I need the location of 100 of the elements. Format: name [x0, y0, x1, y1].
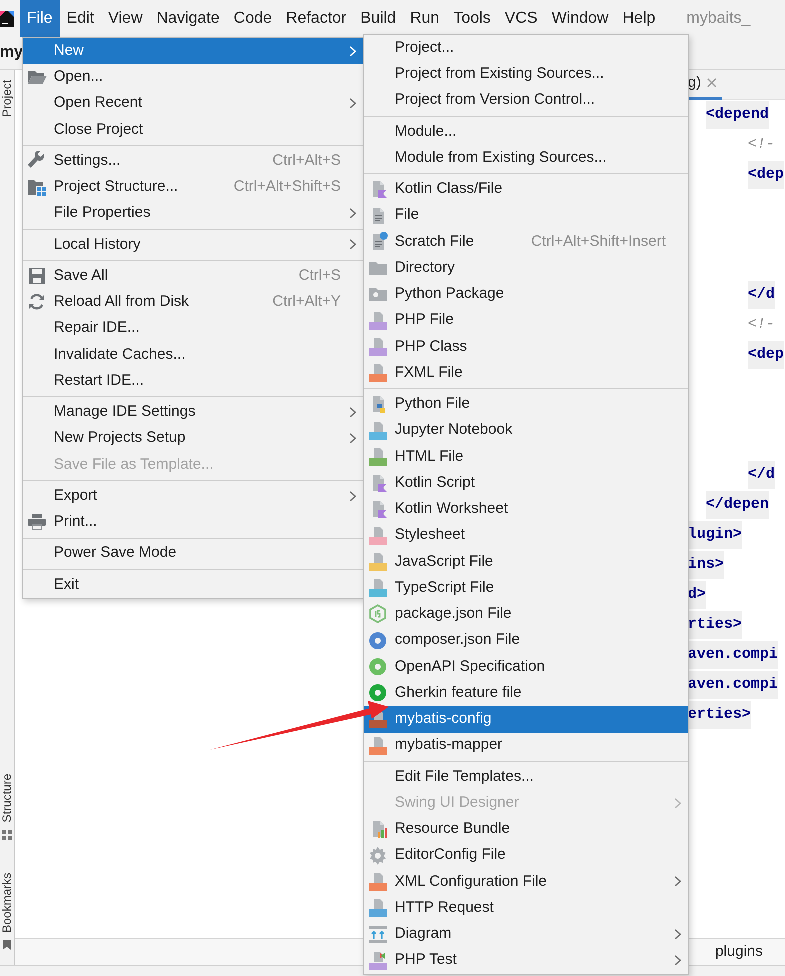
code-text: <dep [748, 340, 784, 370]
code-text: ins> [688, 550, 724, 580]
chevron-right-icon [674, 876, 682, 888]
code-text: lugin> [688, 520, 742, 550]
menu-bar-item[interactable]: Run [403, 0, 447, 37]
menu-item[interactable]: Module from Existing Sources... [364, 145, 688, 172]
chevron-right-icon [674, 798, 682, 809]
menu-bar-item[interactable]: Window [544, 0, 616, 37]
menu-item[interactable]: Repair IDE... [23, 316, 363, 342]
menu-item[interactable]: Kotlin Script [364, 470, 688, 496]
breadcrumb-item[interactable]: plugins [715, 940, 763, 964]
menu-item[interactable]: PHP Test [364, 948, 688, 974]
menu-bar-item[interactable]: VCS [498, 0, 545, 37]
menu-item[interactable]: Power Save Mode [23, 540, 363, 567]
menu-item[interactable]: TypeScript File [364, 575, 688, 602]
chevron-right-icon [349, 239, 357, 250]
menu-bar-item[interactable]: Navigate [150, 0, 227, 37]
menu-item[interactable]: XML Configuration File [364, 868, 688, 895]
code-text: </d [748, 280, 776, 310]
menu-bar-item[interactable]: Code [226, 0, 280, 37]
menu-item[interactable]: Module... [364, 118, 688, 145]
menu-bar-item[interactable]: Help [616, 0, 663, 37]
tool-window-tab[interactable]: Project [0, 80, 14, 118]
code-text: d> [688, 580, 706, 610]
gear-icon [368, 846, 388, 866]
shortcut-text: Ctrl+Alt+Shift+Insert [531, 232, 666, 252]
menu-item[interactable]: Directory [364, 255, 688, 282]
menu-item[interactable]: Diagram [364, 921, 688, 948]
shortcut-text: Ctrl+Alt+Shift+S [234, 177, 341, 198]
menu-item[interactable]: Edit File Templates... [364, 764, 688, 790]
menu-item[interactable]: Scratch File Ctrl+Alt+Shift+Insert [364, 228, 688, 255]
bookmark-icon [1, 939, 13, 951]
menu-item[interactable]: Resource Bundle [364, 816, 688, 842]
menu-bar-item[interactable]: Edit [60, 0, 102, 37]
menu-item[interactable]: Local History [23, 232, 363, 258]
code-text: aven.compi [688, 670, 778, 700]
menu-item[interactable]: JavaScript File [364, 548, 688, 575]
menu-bar-item[interactable]: File [20, 0, 60, 37]
menu-item[interactable]: Close Project [23, 116, 363, 143]
menu-item[interactable]: HTTP Request [364, 895, 688, 922]
menu-item[interactable]: PHP Class [364, 334, 688, 360]
menu-item[interactable]: Kotlin Worksheet [364, 496, 688, 522]
menu-item[interactable]: File [364, 202, 688, 229]
menu-item[interactable]: Open Recent [23, 90, 363, 117]
menu-item[interactable]: Python Package [364, 281, 688, 308]
chevron-right-icon [349, 208, 357, 220]
code-text: <depend [706, 100, 770, 130]
shortcut-text: Ctrl+S [298, 266, 341, 286]
menu-item[interactable]: OpenAPI Specification [364, 654, 688, 680]
menu-item[interactable]: mybatis-config [364, 706, 688, 732]
chevron-right-icon [349, 98, 357, 110]
menu-item[interactable]: Project from Version Control... [364, 88, 688, 114]
menu-item[interactable]: Kotlin Class/File [364, 176, 688, 202]
menu-item[interactable]: Settings... Ctrl+Alt+S [23, 148, 363, 174]
diagram-icon [368, 924, 388, 944]
menu-item[interactable]: Project from Existing Sources... [364, 61, 688, 88]
menu-item[interactable]: FXML File [364, 360, 688, 386]
chevron-right-icon [349, 46, 357, 57]
code-text: </d [748, 460, 776, 490]
menu-item[interactable]: Reload All from Disk Ctrl+Alt+Y [23, 289, 363, 316]
menu-item[interactable]: package.json File [364, 601, 688, 628]
menu-bar-item[interactable]: Tools [446, 0, 498, 37]
chevron-right-icon [349, 406, 357, 418]
menu-item[interactable]: Gherkin feature file [364, 680, 688, 706]
menu-item[interactable]: composer.json File [364, 628, 688, 654]
menu-bar-item[interactable]: View [101, 0, 150, 37]
code-text: <dep [748, 160, 784, 190]
code-text: erties> [688, 700, 752, 730]
menu-item[interactable]: New [23, 38, 363, 64]
menu-bar-item[interactable]: Refactor [279, 0, 354, 37]
menu-item[interactable]: Print... [23, 509, 363, 536]
menu-item[interactable]: Python File [364, 391, 688, 418]
menu-item[interactable]: Exit [23, 572, 363, 598]
menu-bar-item[interactable]: Build [354, 0, 404, 37]
menu-item[interactable]: Invalidate Caches... [23, 342, 363, 368]
shortcut-text: Ctrl+Alt+S [272, 150, 341, 171]
menu-item[interactable]: Stylesheet [364, 522, 688, 549]
menu-item[interactable]: Save All Ctrl+S [23, 263, 363, 290]
menu-item[interactable]: Open... [23, 64, 363, 90]
menu-item[interactable]: New Projects Setup [23, 426, 363, 452]
chevron-right-icon [349, 433, 357, 444]
close-icon [707, 78, 718, 88]
menu-item[interactable]: EditorConfig File [364, 842, 688, 869]
menu-item[interactable]: Restart IDE... [23, 368, 363, 394]
tool-window-tab[interactable]: Structure [0, 774, 14, 823]
menu-item[interactable]: Jupyter Notebook [364, 418, 688, 444]
menu-item[interactable]: mybatis-mapper [364, 732, 688, 759]
menu-item[interactable]: PHP File [364, 308, 688, 334]
chevron-right-icon [674, 955, 682, 966]
menu-item[interactable]: Project Structure... Ctrl+Alt+Shift+S [23, 174, 363, 200]
menu-item[interactable]: Export [23, 483, 363, 510]
app-icon [0, 8, 14, 28]
menu-item[interactable]: Project... [364, 35, 688, 62]
tool-window-tab[interactable]: Bookmarks [0, 872, 14, 933]
grid-icon [1, 828, 13, 841]
code-text: aven.compi [688, 640, 778, 670]
menu-item[interactable]: HTML File [364, 444, 688, 470]
project-name: my [0, 43, 24, 63]
menu-item[interactable]: File Properties [23, 200, 363, 227]
menu-item[interactable]: Manage IDE Settings [23, 399, 363, 426]
